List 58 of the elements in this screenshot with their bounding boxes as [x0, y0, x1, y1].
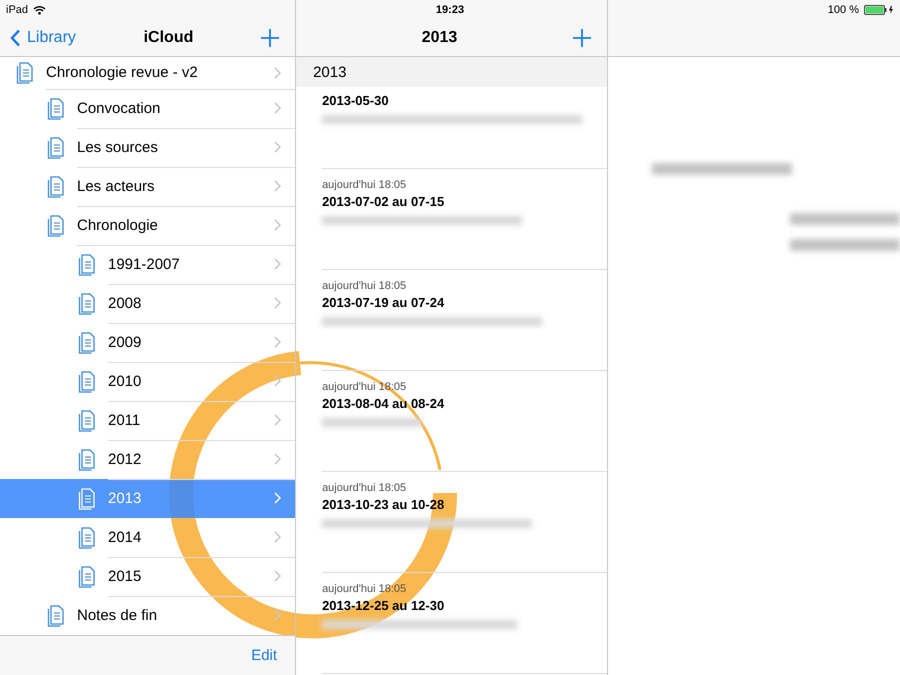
chevron-icon: [274, 336, 282, 348]
note-item[interactable]: 2013-05-30: [322, 87, 607, 169]
chevron-icon: [274, 102, 282, 114]
tree-item[interactable]: 2011: [0, 401, 296, 440]
chevron-icon: [274, 414, 282, 426]
document-icon: [78, 292, 96, 314]
tree-item[interactable]: 2015: [0, 557, 296, 596]
note-item[interactable]: aujourd'hui 18:05 2013-07-02 au 07-15: [322, 169, 607, 270]
document-icon: [47, 136, 65, 158]
chevron-icon: [274, 375, 282, 387]
tree-item[interactable]: 2009: [0, 323, 296, 362]
edit-button[interactable]: Edit: [251, 647, 278, 664]
wifi-icon: [33, 5, 46, 15]
status-time: 19:23: [436, 4, 464, 16]
tree-item[interactable]: Chronologie: [0, 206, 296, 245]
tree-item[interactable]: 1991-2007: [0, 245, 296, 284]
document-icon: [47, 98, 65, 120]
tree-item[interactable]: 2014: [0, 518, 296, 557]
chevron-icon: [274, 531, 282, 543]
tree-item[interactable]: Chronologie revue - v2: [0, 57, 296, 89]
document-icon: [78, 370, 96, 392]
document-icon: [78, 488, 96, 510]
tree-item[interactable]: 2010: [0, 362, 296, 401]
document-icon: [47, 604, 65, 626]
section-header: 2013: [296, 57, 607, 87]
tree-item[interactable]: Les sources: [0, 128, 296, 167]
chevron-icon: [274, 258, 282, 270]
chevron-icon: [274, 180, 282, 192]
document-icon: [47, 214, 65, 236]
document-icon: [78, 332, 96, 354]
chevron-icon: [274, 570, 282, 582]
back-button[interactable]: Library: [10, 29, 76, 47]
tree-item[interactable]: Convocation: [0, 89, 296, 128]
tree-item[interactable]: Les acteurs: [0, 167, 296, 206]
nav-title: iCloud: [144, 29, 194, 47]
battery-charging-icon: [864, 5, 894, 15]
document-icon: [16, 62, 34, 84]
back-chevron-icon: [10, 29, 21, 47]
document-icon: [78, 254, 96, 276]
add-icon[interactable]: [261, 29, 280, 47]
nav-title: 2013: [422, 29, 458, 47]
chevron-icon: [274, 609, 282, 621]
tree-item[interactable]: 2008: [0, 284, 296, 323]
add-icon[interactable]: [573, 29, 591, 47]
chevron-icon: [274, 297, 282, 309]
document-icon: [78, 448, 96, 470]
note-item[interactable]: aujourd'hui 18:05 2013-07-19 au 07-24: [322, 270, 607, 371]
chevron-icon: [274, 219, 282, 231]
device-name: iPad: [6, 4, 28, 16]
document-icon: [78, 410, 96, 432]
chevron-icon: [274, 66, 282, 78]
document-icon: [78, 526, 96, 548]
battery-percent: 100 %: [828, 4, 859, 16]
chevron-icon: [274, 492, 282, 504]
chevron-icon: [274, 453, 282, 465]
chevron-icon: [274, 141, 282, 153]
document-icon: [78, 566, 96, 588]
document-icon: [47, 176, 65, 198]
